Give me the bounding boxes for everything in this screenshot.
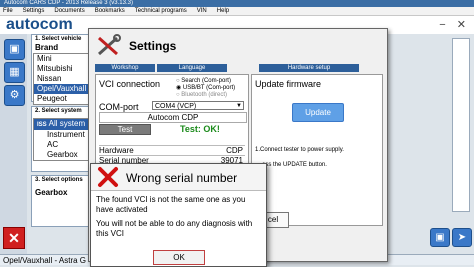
system-section: 2. Select system ISS All system Instrumen…: [31, 106, 95, 172]
minimize-button[interactable]: −: [439, 19, 445, 31]
firmware-title: Update firmware: [255, 79, 322, 89]
list-item-label: Instrument: [47, 130, 85, 139]
section-title: 3. Select options: [35, 177, 83, 183]
list-item-label: Gearbox: [47, 150, 78, 159]
firmware-panel: Update firmware Update 1.Connect tester …: [251, 74, 383, 226]
exit-button[interactable]: ✕: [3, 227, 25, 249]
left-icon-column: ▣ ▦ ⚙ ✕: [0, 34, 27, 254]
list-item[interactable]: AC: [34, 140, 92, 150]
brand-list: Mini Mitsubishi Nissan Opel/Vauxhall Peu…: [33, 53, 93, 105]
menu-vin[interactable]: VIN: [197, 8, 207, 14]
iss-tag: ISS: [37, 122, 47, 128]
list-item-label: All system: [48, 119, 86, 128]
list-item[interactable]: Instrument: [34, 130, 92, 140]
error-line-1: The found VCI is not the same one as you…: [96, 195, 246, 214]
vci-connection-label: VCI connection: [99, 79, 161, 89]
list-item[interactable]: Opel/Vauxhall: [34, 84, 92, 94]
list-item[interactable]: Mini: [34, 54, 92, 64]
car-icon[interactable]: ▣: [4, 39, 25, 60]
table-row: Hardware CDP: [99, 145, 245, 155]
error-title: Wrong serial number: [126, 171, 238, 185]
ok-button[interactable]: OK: [153, 250, 205, 265]
section-title: 2. Select system: [35, 108, 82, 114]
cdp-device-label: Autocom CDP: [99, 112, 247, 123]
truck-icon[interactable]: ▦: [4, 62, 25, 83]
instruction-2: ess the UPDATE button.: [262, 162, 327, 168]
vci-option-bluetooth[interactable]: ○ Bluetooth (direct): [176, 92, 227, 99]
list-item[interactable]: Peugeot: [34, 94, 92, 104]
tab-hardware-setup[interactable]: Hardware setup: [259, 64, 359, 72]
menu-technical-programs[interactable]: Technical programs: [135, 8, 187, 14]
test-result: Test: OK!: [180, 124, 220, 134]
error-dialog: Wrong serial number The found VCI is not…: [90, 163, 267, 267]
window-controls: − ✕: [439, 18, 466, 31]
options-section: 3. Select options Gearbox: [31, 175, 95, 227]
menu-settings[interactable]: Settings: [23, 8, 45, 14]
com-port-label: COM-port: [99, 102, 139, 112]
list-item[interactable]: Nissan: [34, 74, 92, 84]
menu-help[interactable]: Help: [217, 8, 229, 14]
error-line-2: You will not be able to do any diagnosis…: [96, 219, 253, 238]
close-window-button[interactable]: ✕: [457, 19, 466, 31]
update-button[interactable]: Update: [292, 103, 344, 122]
list-item[interactable]: Mitsubishi: [34, 64, 92, 74]
error-x-icon: [97, 166, 119, 188]
settings-title: Settings: [129, 39, 177, 53]
brand-label: Brand: [35, 43, 59, 52]
next-button[interactable]: ➤: [452, 228, 472, 247]
car-diagnose-button[interactable]: ▣: [430, 228, 450, 247]
test-button[interactable]: Test: [99, 124, 151, 135]
vci-panel: VCI connection ○ Search (Com-port) ◉ USB…: [95, 74, 249, 171]
chevron-down-icon: ▼: [236, 103, 242, 109]
hardware-info-table: Hardware CDP Serial number 39071: [99, 145, 245, 165]
instruction-1: 1.Connect tester to power supply.: [255, 147, 344, 153]
window-title-bar: Autocom CARS CDP - 2013 Release 3 (v3.13…: [0, 0, 474, 7]
list-item[interactable]: Gearbox: [34, 150, 92, 160]
error-message: The found VCI is not the same one as you…: [96, 195, 262, 239]
list-item-label: AC: [47, 140, 59, 149]
menu-documents[interactable]: Documents: [54, 8, 84, 14]
menu-bookmarks[interactable]: Bookmarks: [95, 8, 125, 14]
com-port-value: COM4 (VCP): [155, 103, 197, 110]
options-label: Gearbox: [35, 188, 68, 197]
tools-icon: [95, 34, 123, 58]
tools-icon[interactable]: ⚙: [4, 85, 25, 106]
menu-bar: File Settings Documents Bookmarks Technical …: [0, 7, 474, 16]
tab-language[interactable]: Language: [157, 64, 227, 72]
com-port-select[interactable]: COM4 (VCP) ▼: [152, 101, 244, 110]
brand-section: 1. Select vehicle Brand Mini Mitsubishi …: [31, 34, 95, 105]
right-scroll-panel[interactable]: [452, 38, 470, 212]
vci-option-usb[interactable]: ◉ USB/BT (Com-port): [176, 85, 235, 92]
list-item[interactable]: ISS All system: [34, 119, 92, 130]
system-list: ISS All system Instrument AC Gearbox: [33, 118, 93, 161]
vci-option-search[interactable]: ○ Search (Com-port): [176, 78, 231, 85]
menu-file[interactable]: File: [3, 8, 13, 14]
section-title: 1. Select vehicle: [35, 36, 82, 42]
tab-workshop[interactable]: Workshop: [95, 64, 155, 72]
app-logo: autocom: [6, 16, 73, 33]
